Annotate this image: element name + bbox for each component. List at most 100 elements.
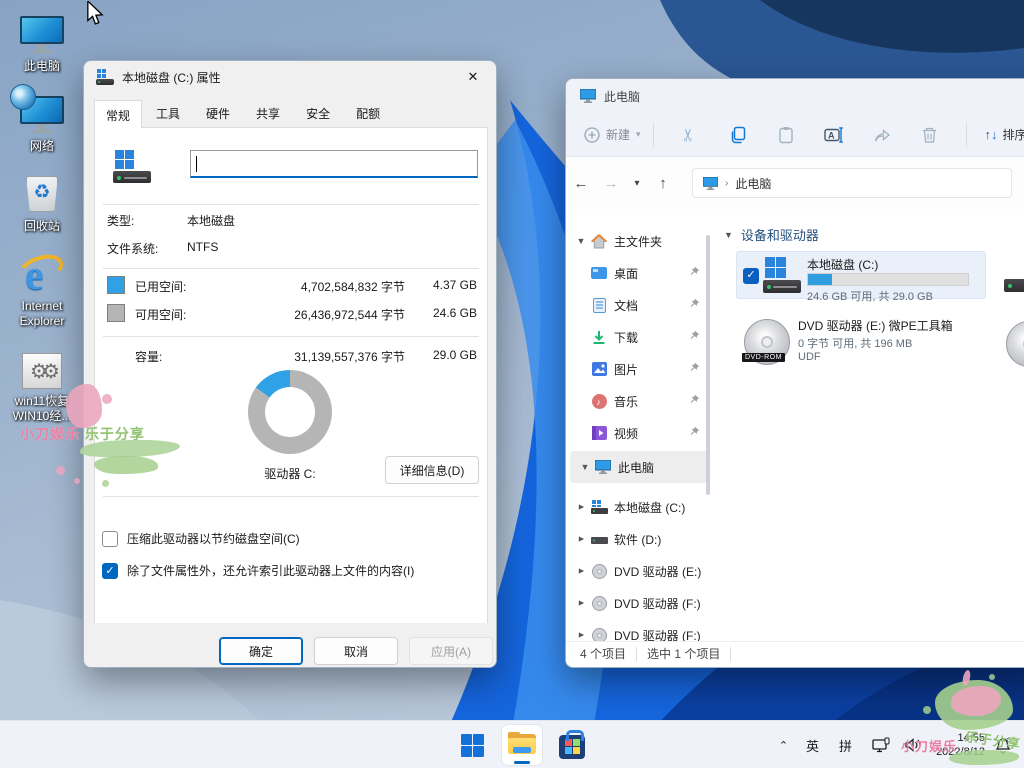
tab-sharing[interactable]: 共享: [244, 99, 292, 127]
tab-quota[interactable]: 配额: [344, 99, 392, 127]
sort-button[interactable]: ↑↓ 排序: [985, 126, 1024, 143]
gears-icon: ⚙⚙: [22, 353, 62, 389]
sidebar-item-downloads[interactable]: 下载: [566, 321, 714, 353]
sidebar-item-dvd-e[interactable]: ▼ DVD 驱动器 (E:): [566, 555, 714, 587]
filesystem-value: NTFS: [187, 240, 218, 257]
dvd-name: DVD 驱动器 (E:) 微PE工具箱: [798, 317, 953, 334]
sidebar-item-label: 音乐: [614, 393, 638, 410]
sidebar-scrollbar[interactable]: [706, 235, 710, 495]
notification-bell-icon[interactable]: z: [993, 736, 1012, 754]
capacity-bytes: 31,139,557,376 字节: [175, 348, 405, 365]
share-button[interactable]: [865, 118, 899, 152]
drive-icon: [113, 150, 151, 184]
sidebar-item-home[interactable]: ▼ 主文件夹: [566, 225, 714, 257]
explorer-titlebar[interactable]: 此电脑: [566, 79, 1024, 113]
cut-button[interactable]: ✂: [673, 118, 707, 152]
clock[interactable]: 14:55 2022/8/12: [936, 731, 985, 760]
svg-text:z: z: [1006, 738, 1009, 744]
rename-button[interactable]: A: [817, 118, 851, 152]
tab-security[interactable]: 安全: [294, 99, 342, 127]
new-button[interactable]: 新建 ▾: [584, 126, 641, 143]
document-icon: [590, 298, 608, 313]
network-icon: [20, 96, 64, 134]
volume-icon[interactable]: [904, 737, 922, 753]
dvd-icon-partial[interactable]: [1006, 321, 1024, 367]
type-value: 本地磁盘: [187, 212, 235, 229]
sidebar-item-this-pc[interactable]: ▼ 此电脑: [570, 451, 710, 483]
volume-label-input[interactable]: [190, 150, 478, 178]
ime-pinyin-indicator[interactable]: 拼: [839, 736, 852, 755]
sidebar-item-videos[interactable]: 视频: [566, 417, 714, 449]
sidebar-item-dvd-f[interactable]: ▼ DVD 驱动器 (F:): [566, 587, 714, 619]
separator: [103, 268, 479, 269]
checkbox-checked[interactable]: ✓: [102, 563, 118, 579]
drive-d-icon-partial[interactable]: [1004, 261, 1024, 295]
separator: [103, 336, 479, 337]
usage-donut-chart: [248, 370, 332, 454]
windows-logo-icon: [461, 734, 484, 757]
desktop-icon-internet-explorer[interactable]: e Internet Explorer: [4, 248, 80, 329]
details-button[interactable]: 详细信息(D): [385, 456, 479, 484]
music-icon: ♪: [590, 394, 608, 409]
ime-language-indicator[interactable]: 英: [806, 736, 819, 755]
sidebar-item-music[interactable]: ♪ 音乐: [566, 385, 714, 417]
back-button[interactable]: ←: [566, 175, 596, 192]
explorer-window: 此电脑 新建 ▾ ✂: [565, 78, 1024, 668]
desktop: 此电脑 网络 ♻ 回收站 e Internet Explorer ⚙⚙ win1…: [0, 0, 1024, 768]
desktop-icon-network[interactable]: 网络: [4, 88, 80, 154]
forward-button[interactable]: →: [596, 175, 626, 192]
dvd-icon: [590, 564, 608, 579]
home-icon: [590, 234, 608, 249]
sidebar-item-dvd-partial[interactable]: ▼ DVD 驱动器 (F:): [566, 619, 714, 641]
status-divider: [730, 647, 731, 661]
taskbar-file-explorer[interactable]: [502, 725, 542, 765]
index-checkbox-row[interactable]: ✓ 除了文件属性外，还允许索引此驱动器上文件的内容(I): [102, 562, 482, 579]
desktop-folder-icon: [590, 266, 608, 280]
capacity-bar-fill: [808, 274, 832, 285]
recent-locations-chevron[interactable]: ▾: [626, 178, 648, 189]
hidden-icons-chevron[interactable]: ⌃: [779, 739, 788, 752]
breadcrumb-chevron-icon: ›: [725, 178, 728, 189]
tab-hardware[interactable]: 硬件: [194, 99, 242, 127]
checkbox-unchecked[interactable]: [102, 531, 118, 547]
desktop-icon-recycle-bin[interactable]: ♻ 回收站: [4, 168, 80, 234]
sidebar-item-drive-d[interactable]: ▼ 软件 (D:): [566, 523, 714, 555]
network-icon[interactable]: [872, 737, 890, 753]
start-button[interactable]: [452, 725, 492, 765]
close-button[interactable]: ✕: [450, 61, 496, 93]
taskbar: ⌃ 英 拼 14:55 2022/8/12 z: [0, 720, 1024, 768]
desktop-icon-this-pc[interactable]: 此电脑: [4, 8, 80, 74]
sidebar-item-documents[interactable]: 文档: [566, 289, 714, 321]
ok-button[interactable]: 确定: [219, 637, 303, 665]
sidebar-item-desktop[interactable]: 桌面: [566, 257, 714, 289]
sidebar-item-label: 本地磁盘 (C:): [614, 499, 685, 516]
file-explorer-icon: [508, 734, 536, 756]
status-divider: [636, 647, 637, 661]
sort-label: 排序: [1003, 126, 1024, 143]
up-button[interactable]: ↑: [648, 175, 678, 192]
cancel-button[interactable]: 取消: [314, 637, 398, 665]
sidebar-item-drive-c[interactable]: ▼ 本地磁盘 (C:): [566, 491, 714, 523]
capacity-bar: [807, 273, 969, 286]
apply-button[interactable]: 应用(A): [409, 637, 493, 665]
sidebar-item-label: 主文件夹: [614, 233, 662, 250]
drive-c-tile[interactable]: ✓ 本地磁盘 (C:) 24.6 GB 可用, 共 29.0 GB: [736, 251, 986, 299]
delete-button[interactable]: [913, 118, 947, 152]
compress-checkbox-row[interactable]: 压缩此驱动器以节约磁盘空间(C): [102, 530, 472, 547]
copy-button[interactable]: [721, 118, 755, 152]
tab-tools[interactable]: 工具: [144, 99, 192, 127]
desktop-icon-label: 回收站: [24, 219, 60, 234]
dvd-icon: [590, 596, 608, 611]
sidebar-item-pictures[interactable]: 图片: [566, 353, 714, 385]
dialog-titlebar[interactable]: 本地磁盘 (C:) 属性 ✕: [84, 61, 496, 93]
dvd-drive-item[interactable]: DVD-ROM DVD 驱动器 (E:) 微PE工具箱 0 字节 可用, 共 1…: [730, 315, 990, 373]
tab-general[interactable]: 常规: [94, 100, 142, 128]
address-bar[interactable]: › 此电脑: [692, 168, 1012, 198]
sidebar-item-label: 下载: [614, 329, 638, 346]
taskbar-microsoft-store[interactable]: [552, 725, 592, 765]
selection-checkbox[interactable]: ✓: [743, 268, 759, 284]
desktop-icon-win11-restore[interactable]: ⚙⚙ win11恢复 WIN10经...: [4, 343, 80, 424]
paste-button[interactable]: [769, 118, 803, 152]
breadcrumb-root[interactable]: 此电脑: [735, 175, 771, 192]
group-header-devices[interactable]: ▼ 设备和驱动器: [724, 225, 819, 244]
